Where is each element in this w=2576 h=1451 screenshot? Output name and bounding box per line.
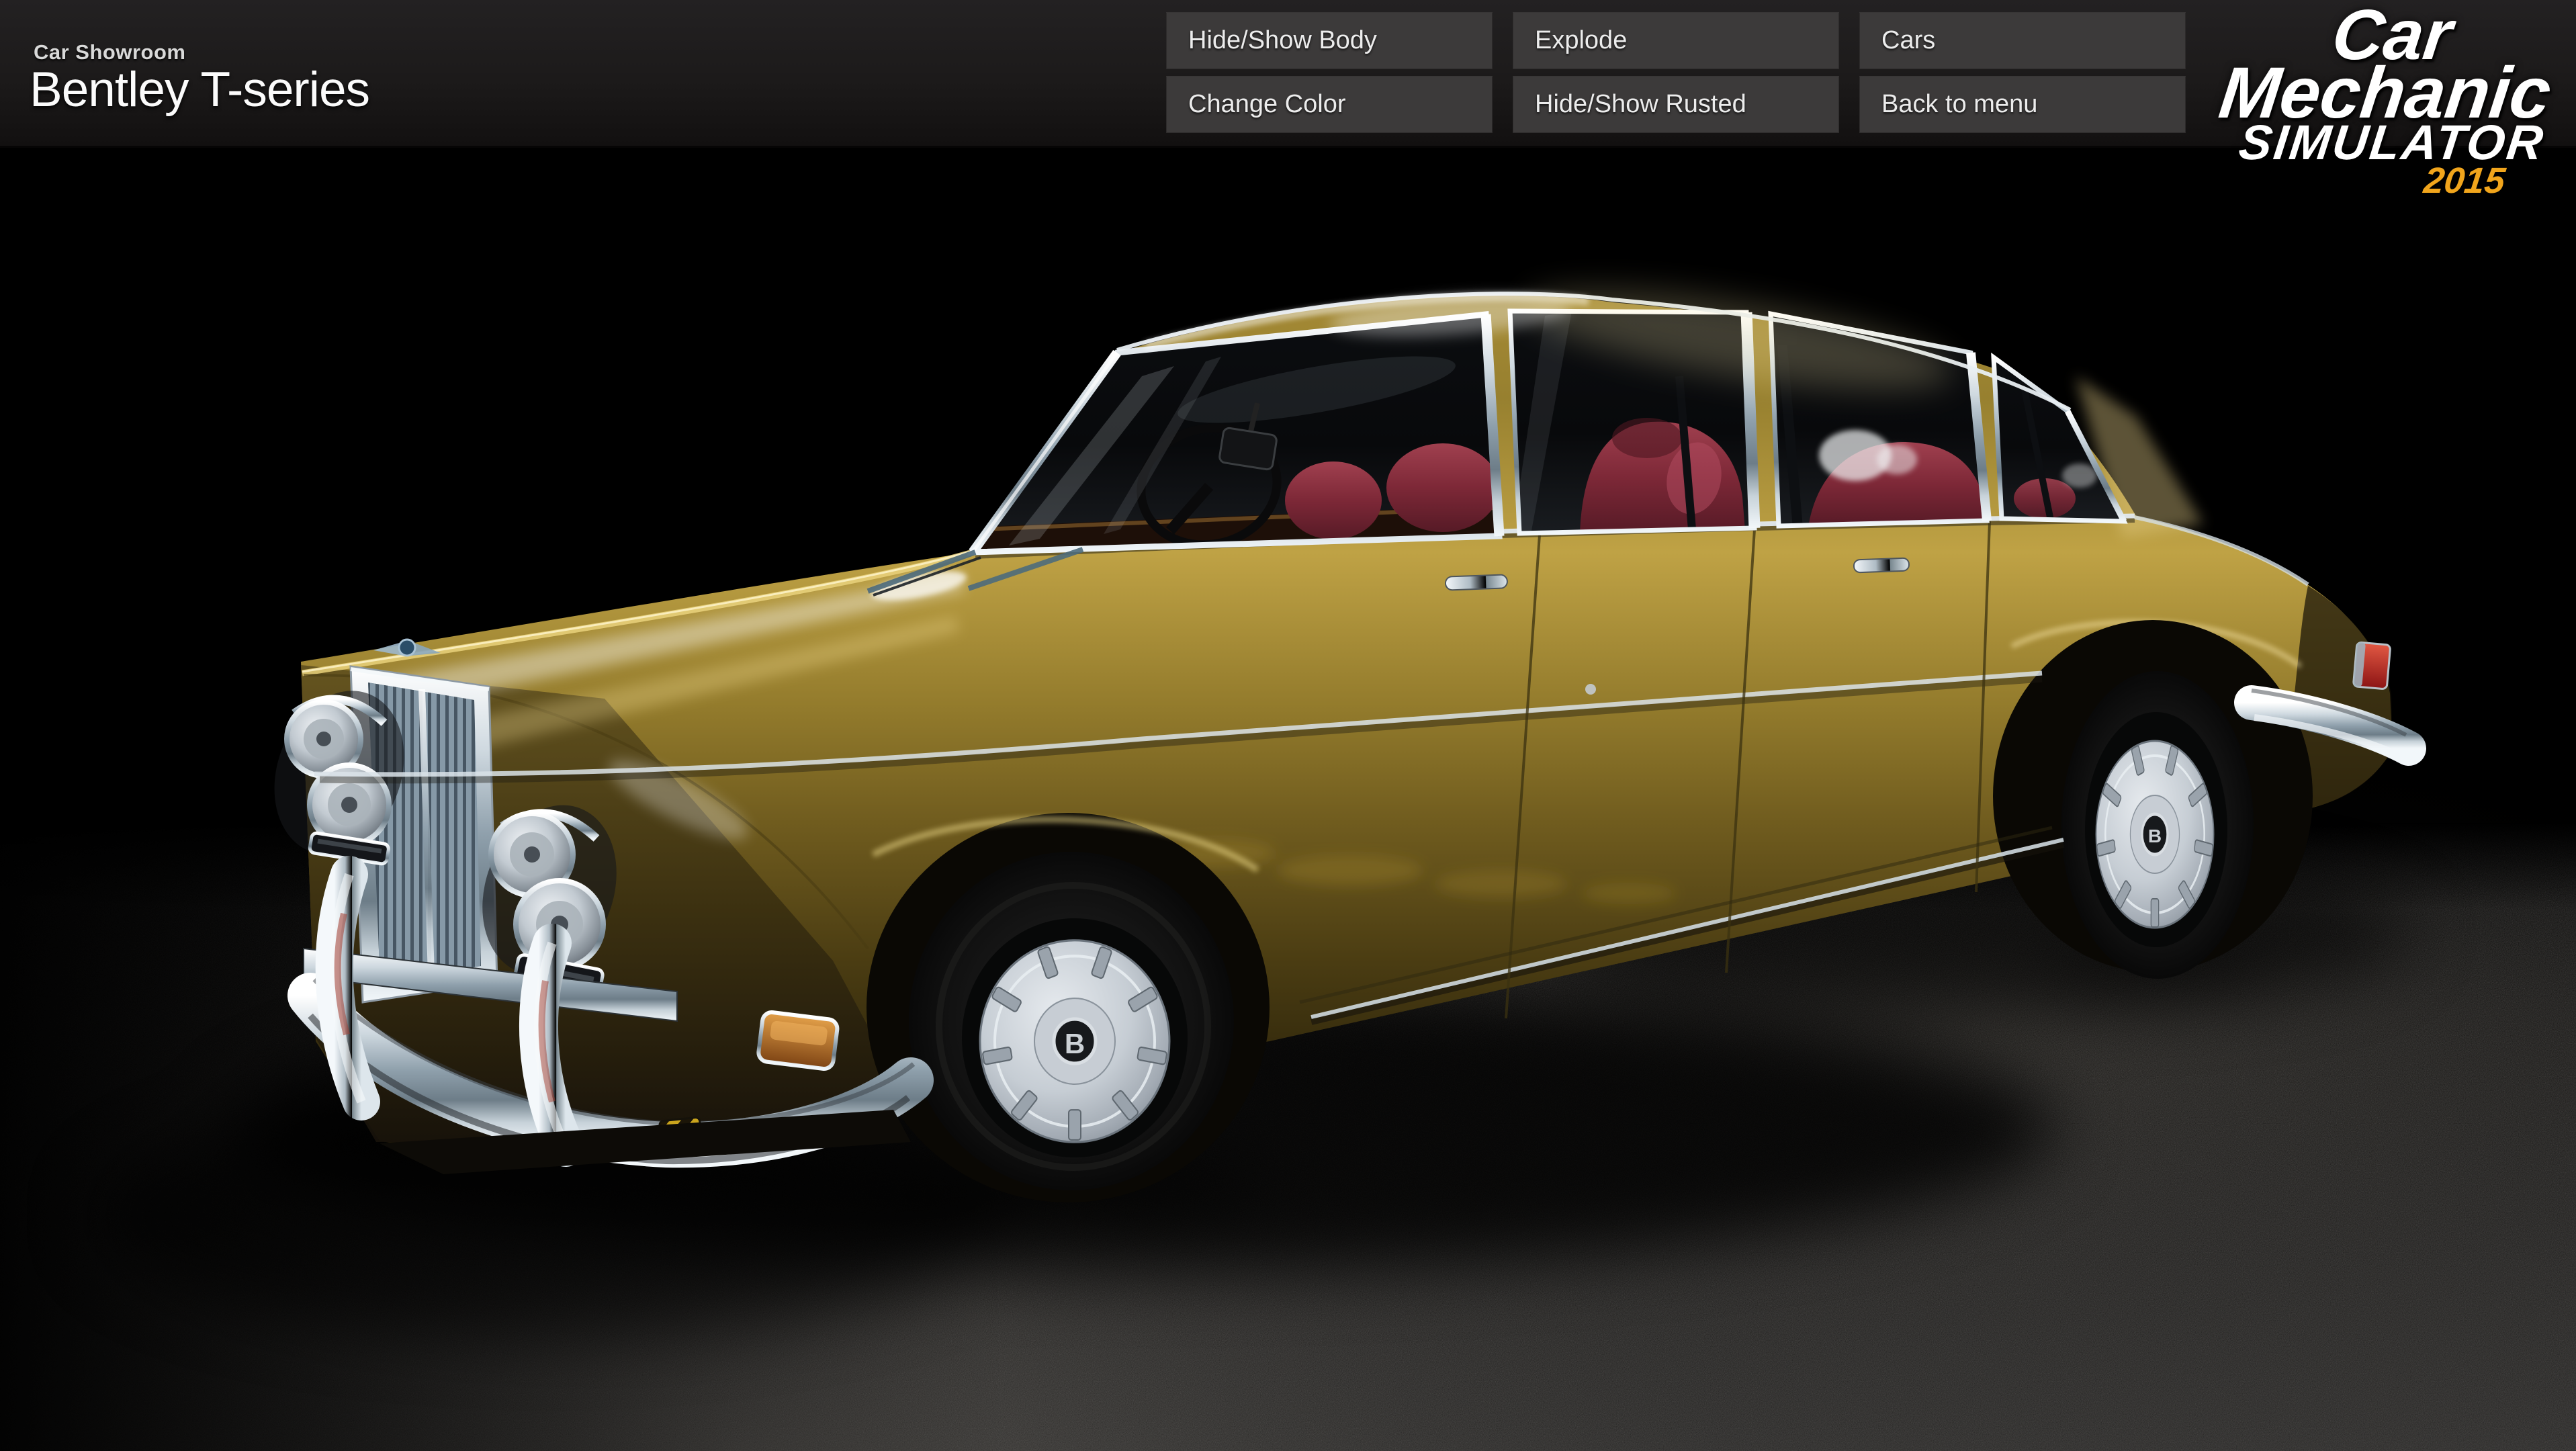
logo-year: 2015 <box>2207 166 2507 196</box>
page-title: Bentley T-series <box>30 62 369 118</box>
tail-light <box>2353 642 2391 689</box>
door-handle-front <box>1446 574 1508 590</box>
breadcrumb: Car Showroom <box>34 40 185 64</box>
front-wheel: B <box>909 852 1234 1190</box>
change-color-button[interactable]: Change Color <box>1166 76 1493 133</box>
hide-show-rusted-button[interactable]: Hide/Show Rusted <box>1513 76 1839 133</box>
rear-hubcap-emblem: B <box>2148 826 2162 846</box>
game-screen: B B <box>0 0 2576 1451</box>
logo-line-simulator: SIMULATOR <box>2211 122 2547 163</box>
rear-wheel: B <box>2061 671 2254 979</box>
cars-button[interactable]: Cars <box>1859 12 2186 69</box>
logo-line-mechanic: Mechanic <box>2216 62 2554 124</box>
back-to-menu-button[interactable]: Back to menu <box>1859 76 2186 133</box>
showroom-actions: Hide/Show Body Explode Cars Change Color… <box>1166 12 2186 133</box>
side-marker-amber <box>758 1011 838 1069</box>
game-logo: Car Mechanic SIMULATOR 2015 <box>2207 5 2561 196</box>
showroom-viewport[interactable]: B B <box>0 0 2576 1451</box>
door-handle-rear <box>1854 558 1910 573</box>
header-bar: Car Showroom Bentley T-series Hide/Show … <box>0 0 2576 148</box>
explode-button[interactable]: Explode <box>1513 12 1839 69</box>
door-keyhole <box>1585 684 1596 695</box>
hide-show-body-button[interactable]: Hide/Show Body <box>1166 12 1493 69</box>
front-hubcap-emblem: B <box>1065 1028 1085 1059</box>
